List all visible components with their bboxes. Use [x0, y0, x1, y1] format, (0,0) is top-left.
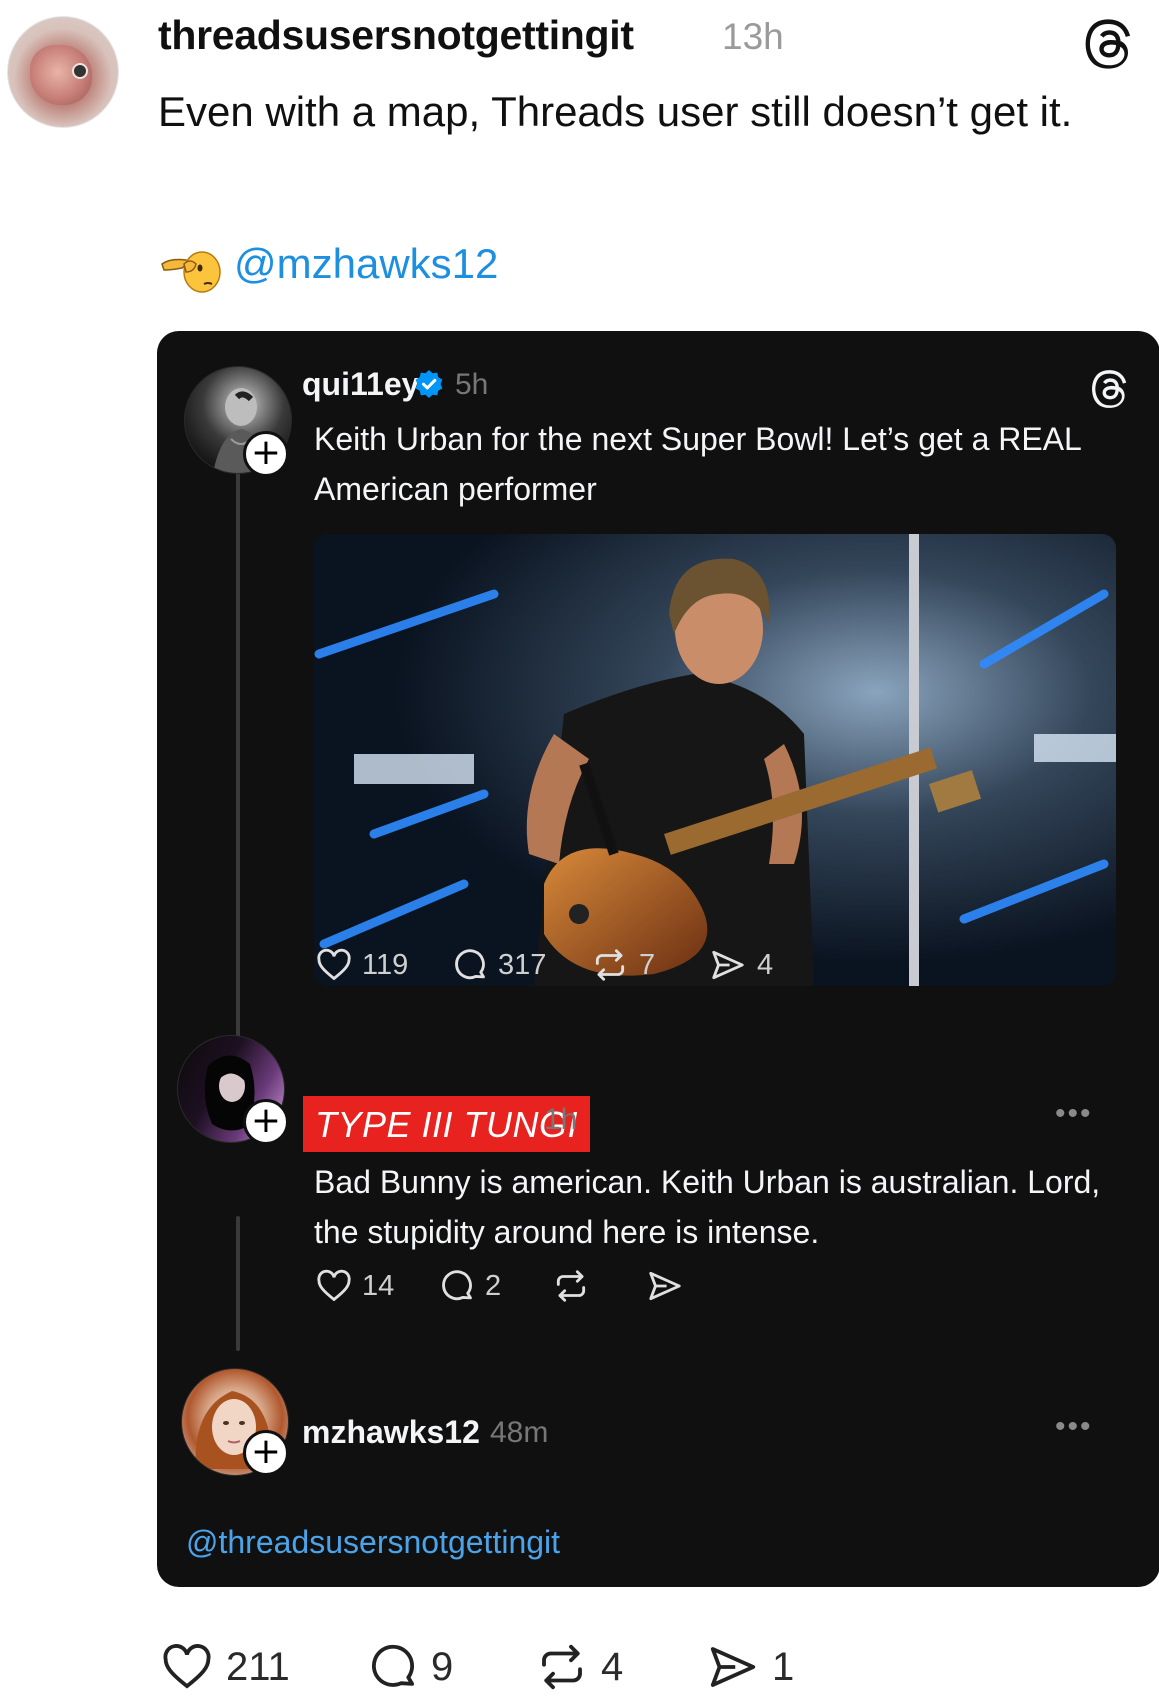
threads-logo-icon	[1092, 370, 1127, 408]
post-time: 13h	[722, 16, 784, 57]
reply-button[interactable]: 2	[437, 1267, 501, 1305]
like-count: 14	[362, 1269, 395, 1302]
like-button[interactable]: 211	[158, 1640, 290, 1694]
share-button[interactable]: 1	[704, 1640, 794, 1694]
reply-count: 2	[485, 1269, 502, 1302]
share-icon	[649, 1271, 681, 1301]
avatar-eye	[72, 63, 88, 79]
heart-icon	[317, 1269, 351, 1302]
follow-plus-icon[interactable]: +	[243, 431, 289, 477]
repost-icon	[542, 1644, 582, 1690]
comment-icon	[455, 949, 485, 980]
reply-button[interactable]: 9	[365, 1640, 453, 1694]
share-button[interactable]	[644, 1267, 686, 1305]
follow-plus-icon[interactable]: +	[243, 1430, 289, 1476]
quoted-thread-card[interactable]: + qui11ey 5h Keith Urban for the next Su…	[157, 331, 1159, 1587]
reply-count: 317	[498, 948, 547, 981]
reply-post-text: Bad Bunny is american. Keith Urban is au…	[314, 1164, 1101, 1250]
like-button[interactable]: 14	[314, 1267, 394, 1305]
mention-link[interactable]: @threadsusersnotgettingit	[186, 1524, 560, 1561]
repost-icon	[595, 949, 625, 981]
comment-icon	[371, 1644, 415, 1687]
share-count: 1	[772, 1644, 795, 1689]
mzhawks12-username[interactable]: mzhawks12	[302, 1414, 480, 1451]
mzhawks12-time: 48m	[490, 1416, 549, 1449]
heart-icon	[317, 948, 351, 981]
heart-icon	[163, 1644, 211, 1689]
post-body-text: Even with a map, Threads user still does…	[158, 88, 1073, 135]
thread-connector	[236, 1216, 240, 1351]
mention-link[interactable]: @mzhawks12	[234, 240, 498, 288]
repost-count: 4	[601, 1644, 624, 1689]
more-dots-icon[interactable]: •••	[1055, 1410, 1093, 1444]
repost-button[interactable]: 7	[589, 946, 655, 984]
qui11ey-username[interactable]: qui11ey	[302, 366, 419, 403]
post-photo[interactable]	[314, 534, 1116, 986]
more-dots-icon[interactable]: •••	[1055, 1097, 1093, 1131]
verified-badge-icon	[415, 370, 443, 398]
share-count: 4	[757, 948, 774, 981]
concert-photo-illustration	[314, 534, 1116, 986]
repost-button[interactable]	[550, 1267, 592, 1305]
reply-button[interactable]: 317	[450, 946, 546, 984]
repost-icon	[556, 1270, 586, 1302]
reply-count: 9	[431, 1644, 454, 1689]
author-avatar[interactable]	[7, 16, 119, 128]
author-username[interactable]: threadsusersnotgettingit	[158, 12, 634, 59]
repost-button[interactable]: 4	[533, 1640, 623, 1694]
share-icon	[712, 950, 744, 980]
follow-plus-icon[interactable]: +	[243, 1099, 289, 1145]
like-button[interactable]: 119	[314, 946, 408, 984]
pointing-hand-emoji	[161, 251, 221, 293]
share-icon	[710, 1647, 756, 1687]
reply-time: 1h	[544, 1103, 578, 1136]
share-button[interactable]: 4	[707, 946, 773, 984]
repost-count: 7	[639, 948, 656, 981]
thread-connector	[236, 466, 240, 1101]
qui11ey-post-text: Keith Urban for the next Super Bowl! Let…	[314, 421, 1081, 507]
comment-icon	[442, 1270, 472, 1301]
threads-logo-icon	[1085, 19, 1131, 69]
like-count: 119	[362, 948, 409, 981]
like-count: 211	[226, 1644, 290, 1689]
qui11ey-time: 5h	[455, 368, 489, 401]
